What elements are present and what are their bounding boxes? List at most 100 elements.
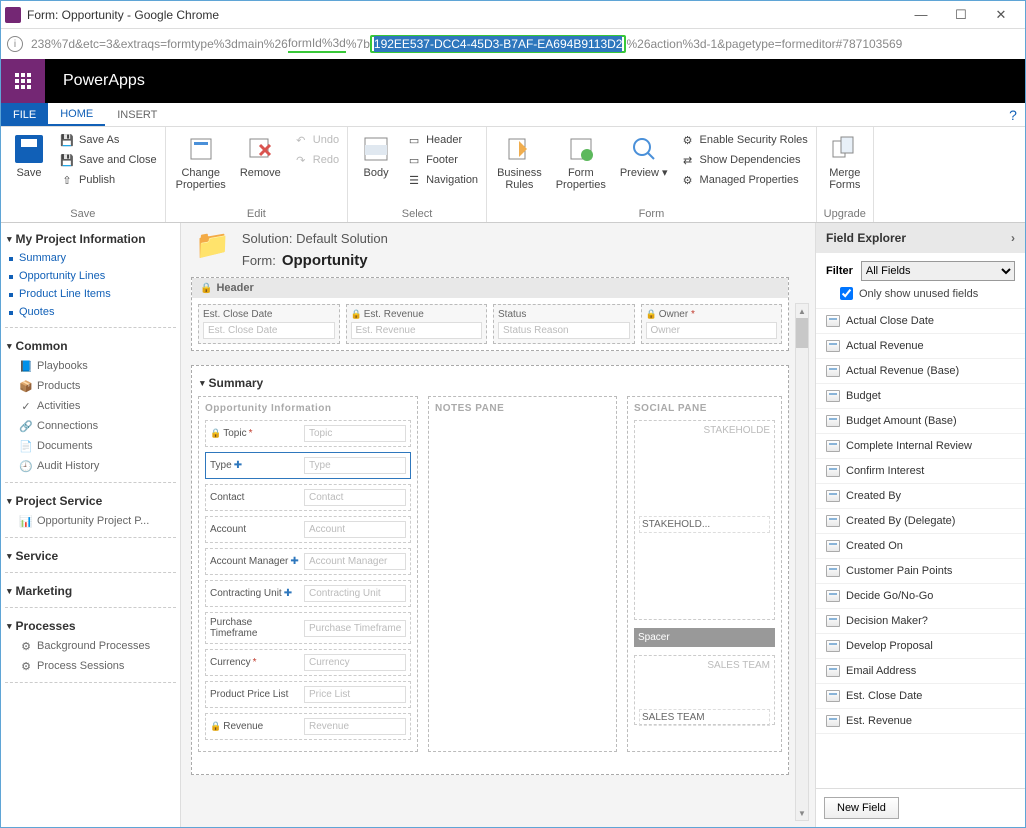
remove-button[interactable]: Remove bbox=[236, 131, 285, 181]
field-list-item[interactable]: Customer Pain Points bbox=[816, 559, 1025, 584]
business-rules-button[interactable]: Business Rules bbox=[493, 131, 546, 193]
field-list-item[interactable]: Created By (Delegate) bbox=[816, 509, 1025, 534]
help-button[interactable]: ? bbox=[1001, 103, 1025, 126]
tab-home[interactable]: HOME bbox=[48, 103, 105, 126]
nav-header-project-service[interactable]: Project Service bbox=[5, 491, 176, 511]
form-field[interactable]: Currency *Currency bbox=[205, 649, 411, 676]
nav-item-playbooks[interactable]: 📘Playbooks bbox=[5, 356, 176, 376]
field-list-item[interactable]: Est. Close Date bbox=[816, 684, 1025, 709]
form-field[interactable]: 🔒Topic *Topic bbox=[205, 420, 411, 447]
save-button[interactable]: Save bbox=[7, 131, 51, 181]
column-notes-pane[interactable]: NOTES PANE bbox=[428, 396, 617, 752]
save-as-button[interactable]: 💾Save As bbox=[57, 131, 159, 149]
url-bar[interactable]: i 238%7d&etc=3&extraqs=formtype%3dmain%2… bbox=[1, 29, 1025, 59]
unused-fields-checkbox-row[interactable]: Only show unused fields bbox=[816, 285, 1025, 308]
enable-security-roles-button[interactable]: ⚙Enable Security Roles bbox=[678, 131, 810, 149]
field-list-item[interactable]: Decision Maker? bbox=[816, 609, 1025, 634]
nav-item-product-line-items[interactable]: Product Line Items bbox=[5, 285, 176, 303]
sales-team-box[interactable]: SALES TEAM SALES TEAM bbox=[634, 655, 775, 725]
site-info-icon[interactable]: i bbox=[7, 36, 23, 52]
field-list[interactable]: Actual Close DateActual RevenueActual Re… bbox=[816, 308, 1025, 788]
form-header-area[interactable]: 🔒Header Est. Close DateEst. Close Date🔒E… bbox=[191, 277, 789, 351]
header-field[interactable]: StatusStatus Reason bbox=[493, 304, 635, 344]
form-field[interactable]: Product Price ListPrice List bbox=[205, 681, 411, 708]
unused-fields-checkbox[interactable] bbox=[840, 287, 853, 300]
filter-select[interactable]: All Fields bbox=[861, 261, 1015, 281]
field-list-item[interactable]: Confirm Interest bbox=[816, 459, 1025, 484]
stakeholders-box[interactable]: STAKEHOLDE STAKEHOLD... bbox=[634, 420, 775, 620]
redo-button[interactable]: ↷Redo bbox=[291, 151, 341, 169]
nav-item-connections[interactable]: 🔗Connections bbox=[5, 416, 176, 436]
field-list-item[interactable]: Decide Go/No-Go bbox=[816, 584, 1025, 609]
field-list-item[interactable]: Created By bbox=[816, 484, 1025, 509]
minimize-button[interactable]: — bbox=[901, 2, 941, 28]
navigation-button[interactable]: ☰Navigation bbox=[404, 171, 480, 189]
field-list-item[interactable]: Complete Internal Review bbox=[816, 434, 1025, 459]
nav-item-activities[interactable]: ✓Activities bbox=[5, 396, 176, 416]
form-properties-button[interactable]: Form Properties bbox=[552, 131, 610, 193]
tab-insert[interactable]: INSERT bbox=[105, 103, 169, 126]
canvas-scrollbar[interactable]: ▲ ▼ bbox=[795, 303, 809, 821]
field-explorer-header[interactable]: Field Explorer› bbox=[816, 223, 1025, 253]
nav-item-quotes[interactable]: Quotes bbox=[5, 303, 176, 321]
field-list-item[interactable]: Email Address bbox=[816, 659, 1025, 684]
field-list-item[interactable]: Budget Amount (Base) bbox=[816, 409, 1025, 434]
publish-button[interactable]: ⇧Publish bbox=[57, 171, 159, 189]
nav-item-opportunity-lines[interactable]: Opportunity Lines bbox=[5, 267, 176, 285]
form-field[interactable]: Account Manager ✚Account Manager bbox=[205, 548, 411, 575]
form-field[interactable]: Purchase TimeframePurchase Timeframe bbox=[205, 612, 411, 644]
nav-header-processes[interactable]: Processes bbox=[5, 616, 176, 636]
nav-header-common[interactable]: Common bbox=[5, 336, 176, 356]
nav-item-summary[interactable]: Summary bbox=[5, 249, 176, 267]
scroll-down-arrow[interactable]: ▼ bbox=[796, 806, 808, 820]
undo-button[interactable]: ↶Undo bbox=[291, 131, 341, 149]
form-field[interactable]: 🔒RevenueRevenue bbox=[205, 713, 411, 740]
change-properties-button[interactable]: Change Properties bbox=[172, 131, 230, 193]
field-list-item[interactable]: Budget bbox=[816, 384, 1025, 409]
field-icon bbox=[826, 715, 840, 727]
show-dependencies-button[interactable]: ⇄Show Dependencies bbox=[678, 151, 810, 169]
managed-properties-button[interactable]: ⚙Managed Properties bbox=[678, 171, 810, 189]
merge-forms-button[interactable]: Merge Forms bbox=[823, 131, 867, 193]
column-opportunity-info[interactable]: Opportunity Information 🔒Topic *TopicTyp… bbox=[198, 396, 418, 752]
scroll-thumb[interactable] bbox=[796, 318, 808, 348]
nav-header-service[interactable]: Service bbox=[5, 546, 176, 566]
nav-header-project-info[interactable]: My Project Information bbox=[5, 229, 176, 249]
nav-item-background-processes[interactable]: ⚙Background Processes bbox=[5, 636, 176, 656]
form-field[interactable]: AccountAccount bbox=[205, 516, 411, 543]
nav-item-process-sessions[interactable]: ⚙Process Sessions bbox=[5, 656, 176, 676]
nav-item-opportunity-project[interactable]: 📊Opportunity Project P... bbox=[5, 511, 176, 531]
body-button[interactable]: Body bbox=[354, 131, 398, 181]
field-list-item[interactable]: Develop Proposal bbox=[816, 634, 1025, 659]
header-button[interactable]: ▭Header bbox=[404, 131, 480, 149]
form-field[interactable]: ContactContact bbox=[205, 484, 411, 511]
nav-item-products[interactable]: 📦Products bbox=[5, 376, 176, 396]
nav-item-audit-history[interactable]: 🕘Audit History bbox=[5, 456, 176, 476]
header-field[interactable]: Est. Close DateEst. Close Date bbox=[198, 304, 340, 344]
close-button[interactable]: ✕ bbox=[981, 2, 1021, 28]
field-list-item[interactable]: Actual Revenue bbox=[816, 334, 1025, 359]
column-social-pane[interactable]: SOCIAL PANE STAKEHOLDE STAKEHOLD... Spac… bbox=[627, 396, 782, 752]
spacer-row[interactable]: Spacer bbox=[634, 628, 775, 647]
form-summary-area[interactable]: Summary Opportunity Information 🔒Topic *… bbox=[191, 365, 789, 775]
nav-item-documents[interactable]: 📄Documents bbox=[5, 436, 176, 456]
summary-header[interactable]: Summary bbox=[192, 366, 788, 396]
field-list-item[interactable]: Created On bbox=[816, 534, 1025, 559]
scroll-up-arrow[interactable]: ▲ bbox=[796, 304, 808, 318]
maximize-button[interactable]: ☐ bbox=[941, 2, 981, 28]
header-field[interactable]: 🔒Est. RevenueEst. Revenue bbox=[346, 304, 488, 344]
tab-file[interactable]: FILE bbox=[1, 103, 48, 126]
app-launcher-button[interactable] bbox=[1, 59, 45, 103]
form-field[interactable]: Type ✚Type bbox=[205, 452, 411, 479]
field-list-item[interactable]: Actual Revenue (Base) bbox=[816, 359, 1025, 384]
new-field-button[interactable]: New Field bbox=[824, 797, 899, 819]
change-properties-icon bbox=[185, 133, 217, 165]
nav-header-marketing[interactable]: Marketing bbox=[5, 581, 176, 601]
header-field[interactable]: 🔒Owner *Owner bbox=[641, 304, 783, 344]
field-list-item[interactable]: Actual Close Date bbox=[816, 309, 1025, 334]
footer-button[interactable]: ▭Footer bbox=[404, 151, 480, 169]
field-list-item[interactable]: Est. Revenue bbox=[816, 709, 1025, 734]
save-and-close-button[interactable]: 💾Save and Close bbox=[57, 151, 159, 169]
form-field[interactable]: Contracting Unit ✚Contracting Unit bbox=[205, 580, 411, 607]
preview-button[interactable]: Preview ▾ bbox=[616, 131, 672, 181]
